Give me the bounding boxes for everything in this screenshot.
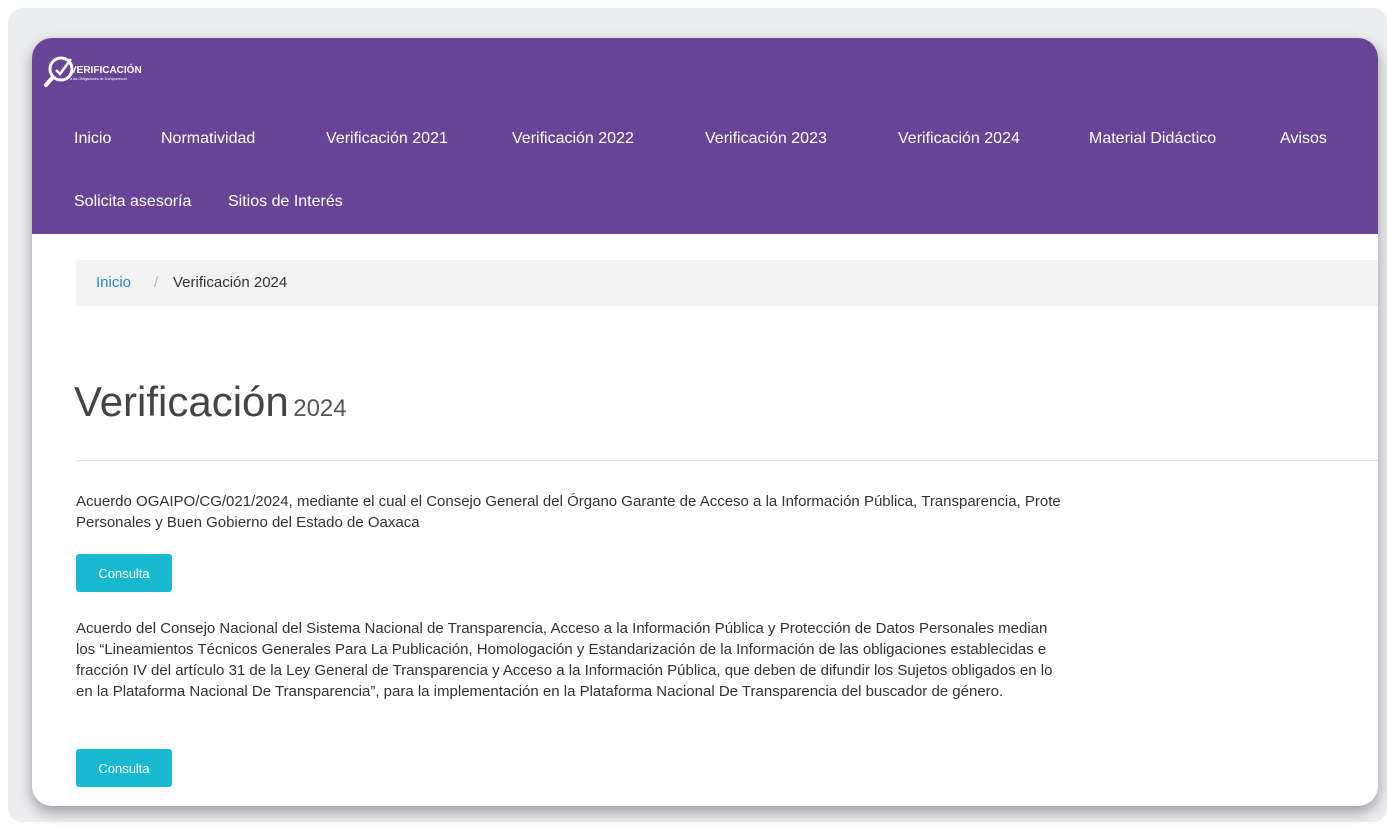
entry-line: los “Lineamientos Técnicos Generales Par… bbox=[76, 641, 1047, 658]
nav-verificacion-2024[interactable]: Verificación 2024 bbox=[898, 130, 1020, 148]
entry-description: Acuerdo OGAIPO/CG/021/2024, mediante el … bbox=[76, 491, 1376, 533]
breadcrumb-separator: / bbox=[154, 274, 159, 291]
breadcrumb-home-link[interactable]: Inicio bbox=[96, 274, 131, 291]
navbar: VERIFICACIÓN a las Obligaciones de Trans… bbox=[32, 38, 1378, 234]
entry-line: fracción IV del artículo 31 de la Ley Ge… bbox=[76, 662, 1053, 679]
page-title-year: 2024 bbox=[293, 395, 347, 422]
browser-window: VERIFICACIÓN a las Obligaciones de Trans… bbox=[32, 38, 1378, 806]
entry-line: Acuerdo del Consejo Nacional del Sistema… bbox=[76, 620, 1048, 637]
entry-line: en la Plataforma Nacional De Transparenc… bbox=[76, 683, 1004, 700]
nav-material-didactico[interactable]: Material Didáctico bbox=[1089, 130, 1216, 148]
nav-solicita-asesoria[interactable]: Solicita asesoría bbox=[74, 193, 191, 211]
nav-verificacion-2021[interactable]: Verificación 2021 bbox=[326, 130, 448, 148]
nav-inicio[interactable]: Inicio bbox=[74, 130, 111, 148]
logo-subtitle: a las Obligaciones de Transparencia bbox=[70, 77, 127, 81]
breadcrumb-current: Verificación 2024 bbox=[173, 274, 288, 291]
nav-sitios-de-interes[interactable]: Sitios de Interés bbox=[228, 193, 343, 211]
nav-avisos[interactable]: Avisos bbox=[1280, 130, 1327, 148]
breadcrumb: Inicio / Verificación 2024 bbox=[76, 260, 1378, 306]
entry-description: Acuerdo del Consejo Nacional del Sistema… bbox=[76, 618, 1376, 702]
logo-title: VERIFICACIÓN bbox=[70, 65, 142, 76]
nav-verificacion-2022[interactable]: Verificación 2022 bbox=[512, 130, 634, 148]
nav-verificacion-2023[interactable]: Verificación 2023 bbox=[705, 130, 827, 148]
title-divider bbox=[76, 460, 1378, 461]
page-title-main: Verificación bbox=[74, 378, 289, 425]
consulta-button[interactable]: Consulta bbox=[76, 554, 172, 592]
consulta-button[interactable]: Consulta bbox=[76, 749, 172, 787]
entry-line: Acuerdo OGAIPO/CG/021/2024, mediante el … bbox=[76, 493, 1061, 510]
entry-line: Personales y Buen Gobierno del Estado de… bbox=[76, 514, 420, 531]
page-title: Verificación 2024 bbox=[74, 378, 347, 426]
nav-normatividad[interactable]: Normatividad bbox=[161, 130, 255, 148]
